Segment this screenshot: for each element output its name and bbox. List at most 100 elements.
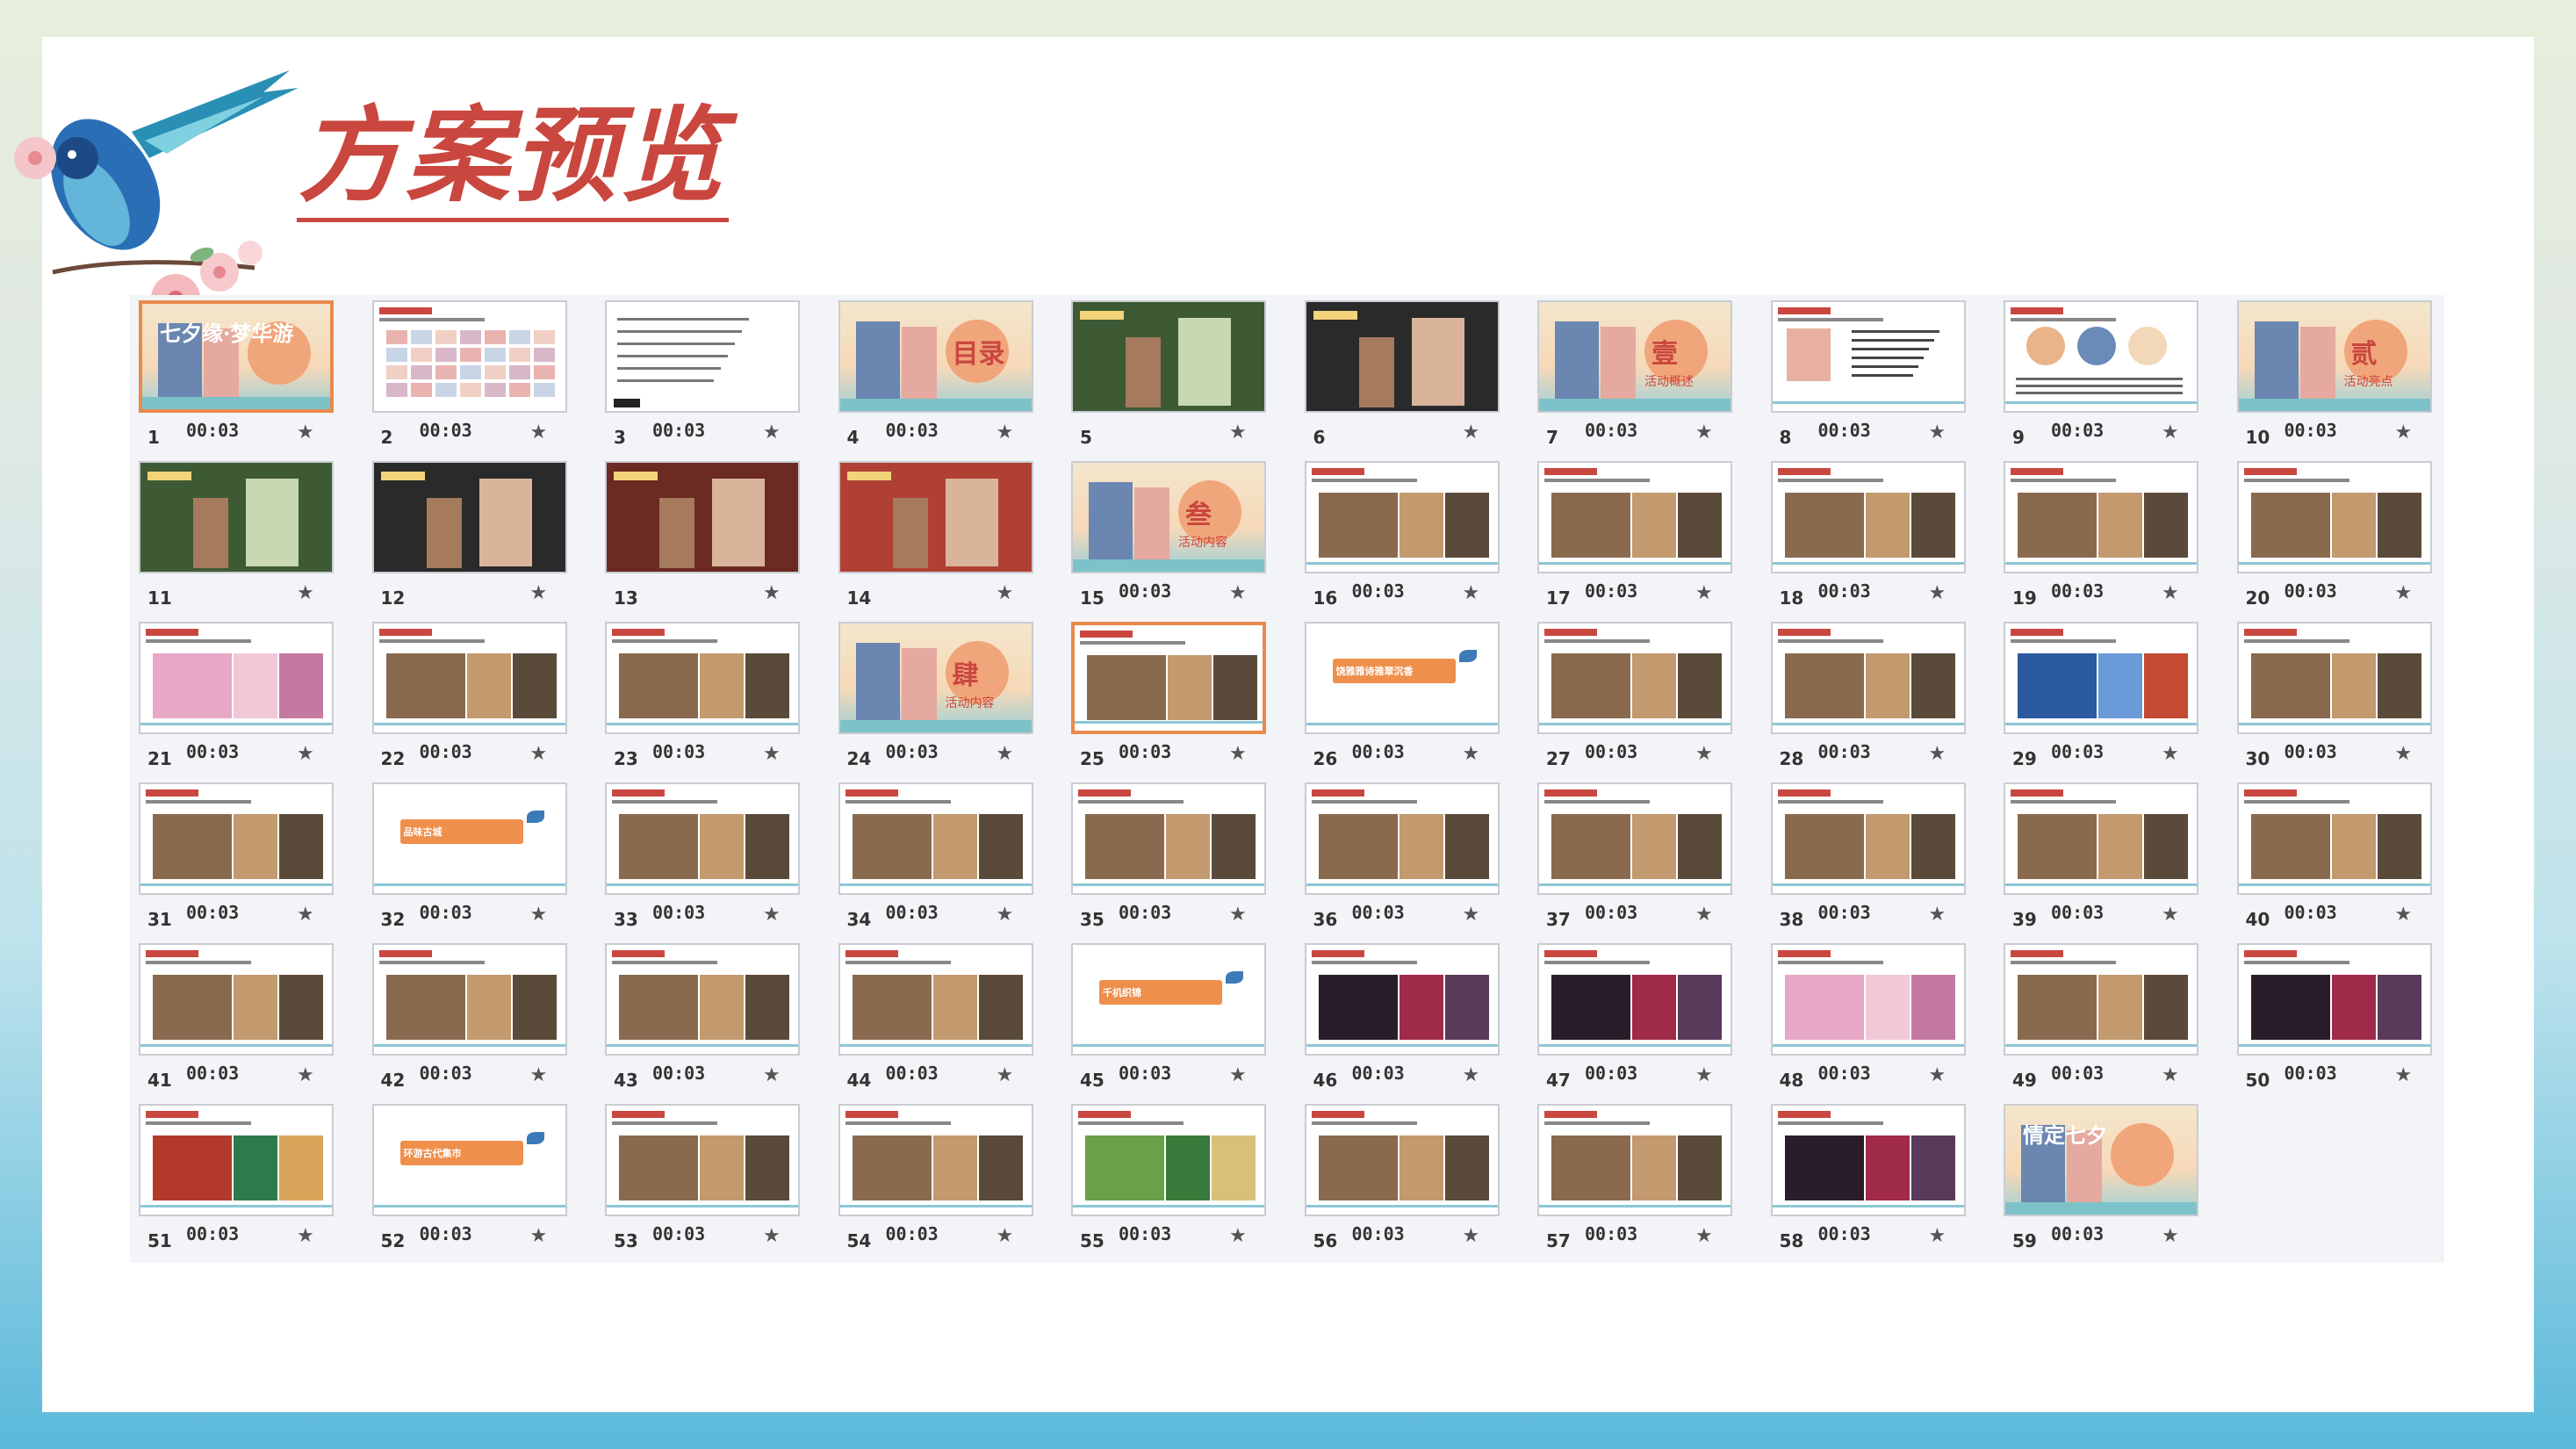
slide-thumbnail[interactable]: 28 00:03 ★ bbox=[1764, 616, 1997, 778]
slide-preview[interactable] bbox=[2236, 461, 2432, 573]
slide-thumbnail[interactable]: 38 00:03 ★ bbox=[1764, 777, 1997, 939]
slide-thumbnail[interactable]: 33 00:03 ★ bbox=[598, 777, 831, 939]
slide-preview[interactable] bbox=[139, 461, 334, 573]
slide-thumbnail[interactable]: 叁活动内容 15 00:03 ★ bbox=[1064, 456, 1298, 617]
slide-thumbnail[interactable]: 57 00:03 ★ bbox=[1530, 1099, 1764, 1260]
slide-preview[interactable] bbox=[1770, 461, 1966, 573]
transition-star-icon[interactable]: ★ bbox=[997, 1064, 1014, 1086]
slide-preview[interactable] bbox=[605, 782, 800, 895]
slide-thumbnail[interactable]: 49 00:03 ★ bbox=[1997, 938, 2230, 1099]
slide-thumbnail[interactable]: 42 00:03 ★ bbox=[365, 938, 599, 1099]
slide-thumbnail[interactable]: 37 00:03 ★ bbox=[1530, 777, 1764, 939]
transition-star-icon[interactable]: ★ bbox=[997, 743, 1014, 765]
slide-preview[interactable] bbox=[2004, 300, 2198, 413]
transition-star-icon[interactable]: ★ bbox=[763, 1064, 781, 1086]
transition-star-icon[interactable]: ★ bbox=[997, 422, 1014, 443]
transition-star-icon[interactable]: ★ bbox=[530, 422, 548, 443]
slide-thumbnail[interactable]: 壹活动概述 7 00:03 ★ bbox=[1530, 295, 1764, 457]
slide-preview[interactable] bbox=[2236, 782, 2432, 895]
slide-preview[interactable] bbox=[1304, 300, 1500, 413]
transition-star-icon[interactable]: ★ bbox=[1695, 743, 1713, 765]
slide-thumbnail[interactable]: 3 00:03 ★ bbox=[598, 295, 831, 457]
transition-star-icon[interactable]: ★ bbox=[530, 1064, 548, 1086]
slide-preview[interactable] bbox=[371, 622, 567, 734]
transition-star-icon[interactable]: ★ bbox=[1929, 1064, 1946, 1086]
transition-star-icon[interactable]: ★ bbox=[763, 743, 781, 765]
slide-preview[interactable] bbox=[139, 1104, 334, 1216]
slide-preview[interactable] bbox=[2004, 461, 2198, 573]
transition-star-icon[interactable]: ★ bbox=[2395, 1064, 2413, 1086]
slide-preview[interactable] bbox=[1304, 782, 1500, 895]
slide-thumbnail[interactable]: 51 00:03 ★ bbox=[132, 1099, 365, 1260]
transition-star-icon[interactable]: ★ bbox=[1695, 422, 1713, 443]
slide-thumbnail[interactable]: 27 00:03 ★ bbox=[1530, 616, 1764, 778]
transition-star-icon[interactable]: ★ bbox=[1463, 582, 1480, 604]
slide-preview[interactable]: 壹活动概述 bbox=[1537, 300, 1732, 413]
transition-star-icon[interactable]: ★ bbox=[1229, 582, 1247, 604]
transition-star-icon[interactable]: ★ bbox=[997, 582, 1014, 604]
slide-thumbnail[interactable]: 目录 4 00:03 ★ bbox=[831, 295, 1065, 457]
slide-thumbnail[interactable]: 2 00:03 ★ bbox=[365, 295, 599, 457]
slide-preview[interactable] bbox=[2004, 782, 2198, 895]
transition-star-icon[interactable]: ★ bbox=[2395, 422, 2413, 443]
slide-thumbnail[interactable]: 8 00:03 ★ bbox=[1764, 295, 1997, 457]
transition-star-icon[interactable]: ★ bbox=[997, 1225, 1014, 1247]
slide-thumbnail[interactable]: 饶雅雅诗雅翠沉香 26 00:03 ★ bbox=[1298, 616, 1531, 778]
slide-preview[interactable] bbox=[1770, 782, 1966, 895]
slide-thumbnail[interactable]: 14 ★ bbox=[831, 456, 1065, 617]
slide-preview[interactable] bbox=[371, 461, 567, 573]
slide-thumbnail[interactable]: 46 00:03 ★ bbox=[1298, 938, 1531, 1099]
transition-star-icon[interactable]: ★ bbox=[1229, 743, 1247, 765]
slide-thumbnail[interactable]: 13 ★ bbox=[598, 456, 831, 617]
transition-star-icon[interactable]: ★ bbox=[2162, 422, 2179, 443]
transition-star-icon[interactable]: ★ bbox=[1929, 904, 1946, 926]
transition-star-icon[interactable]: ★ bbox=[1695, 1225, 1713, 1247]
slide-preview[interactable] bbox=[605, 461, 800, 573]
slide-thumbnail[interactable]: 23 00:03 ★ bbox=[598, 616, 831, 778]
slide-thumbnail[interactable]: 11 ★ bbox=[132, 456, 365, 617]
transition-star-icon[interactable]: ★ bbox=[1929, 1225, 1946, 1247]
transition-star-icon[interactable]: ★ bbox=[530, 904, 548, 926]
transition-star-icon[interactable]: ★ bbox=[2162, 1225, 2179, 1247]
transition-star-icon[interactable]: ★ bbox=[297, 422, 314, 443]
slide-preview[interactable] bbox=[1770, 300, 1966, 413]
transition-star-icon[interactable]: ★ bbox=[2395, 904, 2413, 926]
slide-thumbnail[interactable]: 47 00:03 ★ bbox=[1530, 938, 1764, 1099]
transition-star-icon[interactable]: ★ bbox=[763, 422, 781, 443]
transition-star-icon[interactable]: ★ bbox=[2162, 904, 2179, 926]
slide-thumbnail[interactable]: 54 00:03 ★ bbox=[831, 1099, 1065, 1260]
transition-star-icon[interactable]: ★ bbox=[1463, 1225, 1480, 1247]
slide-thumbnail[interactable]: 21 00:03 ★ bbox=[132, 616, 365, 778]
slide-thumbnail[interactable]: 53 00:03 ★ bbox=[598, 1099, 831, 1260]
slide-thumbnail[interactable]: 36 00:03 ★ bbox=[1298, 777, 1531, 939]
transition-star-icon[interactable]: ★ bbox=[1463, 422, 1480, 443]
slide-preview[interactable] bbox=[371, 300, 567, 413]
slide-thumbnail[interactable]: 贰活动亮点 10 00:03 ★ bbox=[2230, 295, 2464, 457]
slide-thumbnail[interactable]: 19 00:03 ★ bbox=[1997, 456, 2230, 617]
slide-thumbnail[interactable]: 39 00:03 ★ bbox=[1997, 777, 2230, 939]
slide-thumbnail[interactable]: 17 00:03 ★ bbox=[1530, 456, 1764, 617]
slide-thumbnail[interactable]: 34 00:03 ★ bbox=[831, 777, 1065, 939]
slide-preview[interactable] bbox=[1071, 300, 1266, 413]
slide-preview[interactable] bbox=[1304, 1104, 1500, 1216]
slide-thumbnail[interactable]: 50 00:03 ★ bbox=[2230, 938, 2464, 1099]
transition-star-icon[interactable]: ★ bbox=[1229, 422, 1247, 443]
slide-preview[interactable] bbox=[139, 622, 334, 734]
slide-thumbnail[interactable]: 9 00:03 ★ bbox=[1997, 295, 2230, 457]
slide-preview[interactable] bbox=[838, 461, 1033, 573]
transition-star-icon[interactable]: ★ bbox=[297, 1064, 314, 1086]
transition-star-icon[interactable]: ★ bbox=[1229, 1064, 1247, 1086]
slide-thumbnail[interactable]: 30 00:03 ★ bbox=[2230, 616, 2464, 778]
transition-star-icon[interactable]: ★ bbox=[997, 904, 1014, 926]
slide-thumbnail[interactable]: 44 00:03 ★ bbox=[831, 938, 1065, 1099]
slide-thumbnail[interactable]: 18 00:03 ★ bbox=[1764, 456, 1997, 617]
slide-preview[interactable] bbox=[1071, 622, 1266, 734]
slide-preview[interactable]: 贰活动亮点 bbox=[2236, 300, 2432, 413]
slide-preview[interactable] bbox=[838, 782, 1033, 895]
slide-preview[interactable]: 环游古代集市 bbox=[371, 1104, 567, 1216]
transition-star-icon[interactable]: ★ bbox=[763, 904, 781, 926]
slide-thumbnail[interactable]: 6 ★ bbox=[1298, 295, 1531, 457]
slide-preview[interactable] bbox=[1770, 1104, 1966, 1216]
slide-preview[interactable] bbox=[139, 782, 334, 895]
slide-preview[interactable]: 品味古城 bbox=[371, 782, 567, 895]
